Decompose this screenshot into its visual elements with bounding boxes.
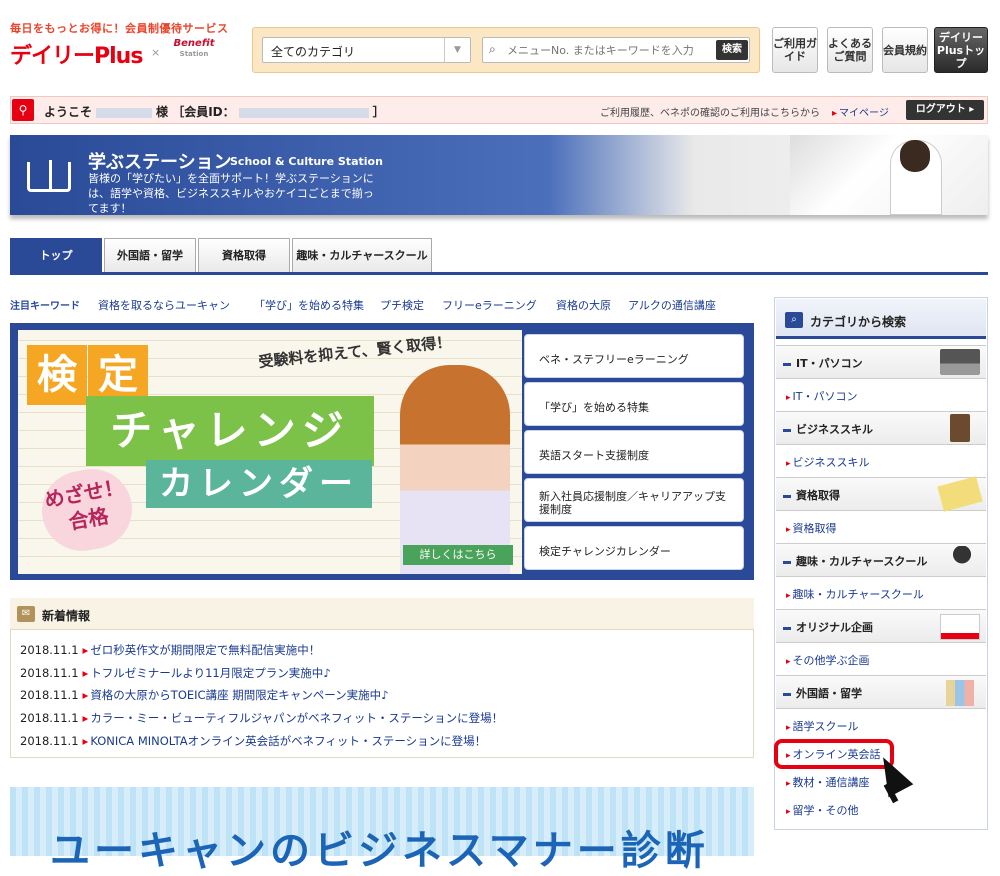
hero-nav-item[interactable]: 検定チャレンジカレンダー xyxy=(524,526,744,570)
terms-button[interactable]: 会員規約 xyxy=(882,27,928,73)
category-label: IT・パソコン xyxy=(783,355,863,371)
tab-top[interactable]: トップ xyxy=(10,238,102,273)
banner-photo xyxy=(790,135,988,215)
news-link[interactable]: KONICA MINOLTAオンライン英会話がベネフィット・ステーションに登場！ xyxy=(90,734,486,748)
sidebar-link[interactable]: その他学ぶ企画 xyxy=(786,652,870,668)
hero-detail-button[interactable]: 詳しくはこちら xyxy=(403,545,513,565)
sidebar-link[interactable]: 語学スクール xyxy=(786,718,859,734)
mail-icon: ✉ xyxy=(17,606,35,622)
sidebar-link[interactable]: ビジネススキル xyxy=(786,454,870,470)
member-id-label: 様 ［会員ID： xyxy=(156,105,235,119)
news-date: 2018.11.1 xyxy=(20,688,79,702)
keyword-search-input[interactable] xyxy=(482,37,750,63)
tab-foreign-language[interactable]: 外国語・留学 xyxy=(104,238,196,273)
logo-separator: × xyxy=(151,46,161,59)
category-label: 趣味・カルチャースクール xyxy=(783,553,927,569)
news-link[interactable]: カラー・ミー・ビューティフルジャパンがベネフィット・ステーションに登場！ xyxy=(90,711,503,725)
news-link[interactable]: トフルゼミナールより11月限定プラン実施中♪ xyxy=(90,666,330,680)
keyword-link[interactable]: 「学び」を始める特集 xyxy=(254,297,364,313)
keyword-link[interactable]: アルクの通信講座 xyxy=(628,297,716,313)
category-label: ビジネススキル xyxy=(783,421,873,437)
hero-nav-item[interactable]: 新入社員応援制度／キャリアアップ支援制度 xyxy=(524,478,744,522)
notebook-icon xyxy=(950,414,970,442)
benefit-logo-sub: Station xyxy=(179,50,209,58)
search-icon: ⌕ xyxy=(785,312,803,328)
hero-calendar-text: カレンダー xyxy=(146,460,372,508)
news-item[interactable]: 2018.11.1 ▸ ゼロ秒英作文が期間限定で無料配信実施中！ xyxy=(20,642,320,658)
arrow-icon: ▸ xyxy=(82,711,89,725)
tab-qualification[interactable]: 資格取得 xyxy=(198,238,290,273)
keyword-link[interactable]: 資格の大原 xyxy=(556,297,611,313)
category-label: オリジナル企画 xyxy=(783,619,873,635)
news-date: 2018.11.1 xyxy=(20,734,79,748)
news-date: 2018.11.1 xyxy=(20,666,79,680)
category-label: 資格取得 xyxy=(783,487,840,503)
benefit-station-logo[interactable]: Benefit Station xyxy=(165,38,223,66)
member-id-close: ］ xyxy=(372,105,385,119)
member-id-redacted xyxy=(238,107,369,118)
tab-hobby-culture[interactable]: 趣味・カルチャースクール xyxy=(292,238,432,273)
search-icon: ⚲ xyxy=(12,99,34,121)
keyword-link[interactable]: プチ検定 xyxy=(380,297,424,313)
laptop-icon xyxy=(940,349,980,375)
sidebar-link[interactable]: 趣味・カルチャースクール xyxy=(786,586,924,602)
hero-nav-item[interactable]: 英語スタート支援制度 xyxy=(524,430,744,474)
tab-underline xyxy=(10,272,988,275)
benefit-logo-text: Benefit xyxy=(173,38,215,49)
search-icon: ⌕ xyxy=(489,42,496,56)
hero-model-image xyxy=(400,365,510,574)
keyword-label: 注目キーワード xyxy=(10,301,80,312)
promo-banner-text: ユーキャンのビジネスマナー診断 xyxy=(50,828,709,874)
hero-ken-tile: 検 xyxy=(27,345,87,405)
news-link[interactable]: ゼロ秒英作文が期間限定で無料配信実施中！ xyxy=(90,643,320,657)
member-name-redacted xyxy=(96,107,153,118)
sidebar-title: カテゴリから検索 xyxy=(810,315,907,329)
arrow-icon: ▸ xyxy=(82,643,89,657)
faq-button[interactable]: よくあるご質問 xyxy=(827,27,873,73)
keyword-link[interactable]: フリーeラーニング xyxy=(442,297,537,313)
greeting: ようこそ xyxy=(44,105,93,119)
news-header xyxy=(10,598,754,630)
banner-person-head xyxy=(900,140,930,172)
history-note: ご利用履歴、ベネポの確認のご利用はこちらから xyxy=(600,108,820,119)
news-item[interactable]: 2018.11.1 ▸ KONICA MINOLTAオンライン英会話がベネフィット・… xyxy=(20,733,486,749)
hero-challenge-text: チャレンジ xyxy=(86,396,374,466)
news-item[interactable]: 2018.11.1 ▸ 資格の大原からTOEIC講座 期間限定キャンペーン実施中♪ xyxy=(20,687,389,703)
news-item[interactable]: 2018.11.1 ▸ カラー・ミー・ビューティフルジャパンがベネフィット・ステーシ… xyxy=(20,710,503,726)
tagline: 毎日をもっとお得に！会員制優待サービス xyxy=(10,22,229,35)
news-date: 2018.11.1 xyxy=(20,711,79,725)
category-label: 外国語・留学 xyxy=(783,685,862,701)
news-link[interactable]: 資格の大原からTOEIC講座 期間限定キャンペーン実施中♪ xyxy=(90,688,388,702)
chevron-down-icon: ▼ xyxy=(444,38,470,62)
arrow-icon: ▸ xyxy=(82,734,89,748)
search-button[interactable]: 検索 xyxy=(716,40,748,60)
banner-description: 皆様の「学びたい」を全面サポート！学ぶステーションには、語学や資格、ビジネススキ… xyxy=(88,172,374,215)
sidebar-link[interactable]: IT・パソコン xyxy=(786,388,858,404)
keyword-link[interactable]: 資格を取るならユーキャン xyxy=(98,297,230,313)
arrow-icon: ▸ xyxy=(82,688,89,702)
mypage-link[interactable]: マイページ xyxy=(832,104,889,119)
dailyplus-top-button[interactable]: デイリーPlusトップ xyxy=(934,27,988,73)
sidebar-link[interactable]: 資格取得 xyxy=(786,520,837,536)
news-date: 2018.11.1 xyxy=(20,643,79,657)
hero-nav-item[interactable]: ベネ・ステフリーeラーニング xyxy=(524,334,744,378)
microphone-icon xyxy=(952,546,972,574)
welcome-text: ようこそ 様 ［会員ID： ］ xyxy=(44,103,385,120)
category-select[interactable]: 全てのカテゴリ ▼ xyxy=(262,37,471,63)
book-icon xyxy=(27,160,71,192)
news-title: 新着情報 xyxy=(42,609,91,623)
hero-nav: ベネ・ステフリーeラーニング 「学び」を始める特集 英語スタート支援制度 新入社… xyxy=(524,330,748,574)
benefit-card-icon xyxy=(940,614,980,640)
news-item[interactable]: 2018.11.1 ▸ トフルゼミナールより11月限定プラン実施中♪ xyxy=(20,665,331,681)
arrow-icon: ▸ xyxy=(82,666,89,680)
hero-nav-item[interactable]: 「学び」を始める特集 xyxy=(524,382,744,426)
dailyplus-logo[interactable]: デイリーPlus xyxy=(10,38,143,70)
logout-button[interactable]: ログアウト ▸ xyxy=(906,100,984,120)
category-select-value: 全てのカテゴリ xyxy=(271,45,356,59)
banner-subtitle: School & Culture Station xyxy=(230,155,383,168)
sidebar-link[interactable]: 留学・その他 xyxy=(786,802,859,818)
guide-button[interactable]: ご利用ガイド xyxy=(772,27,818,73)
abc-blocks-icon xyxy=(946,680,974,706)
sidebar-link[interactable]: 教材・通信講座 xyxy=(786,774,870,790)
